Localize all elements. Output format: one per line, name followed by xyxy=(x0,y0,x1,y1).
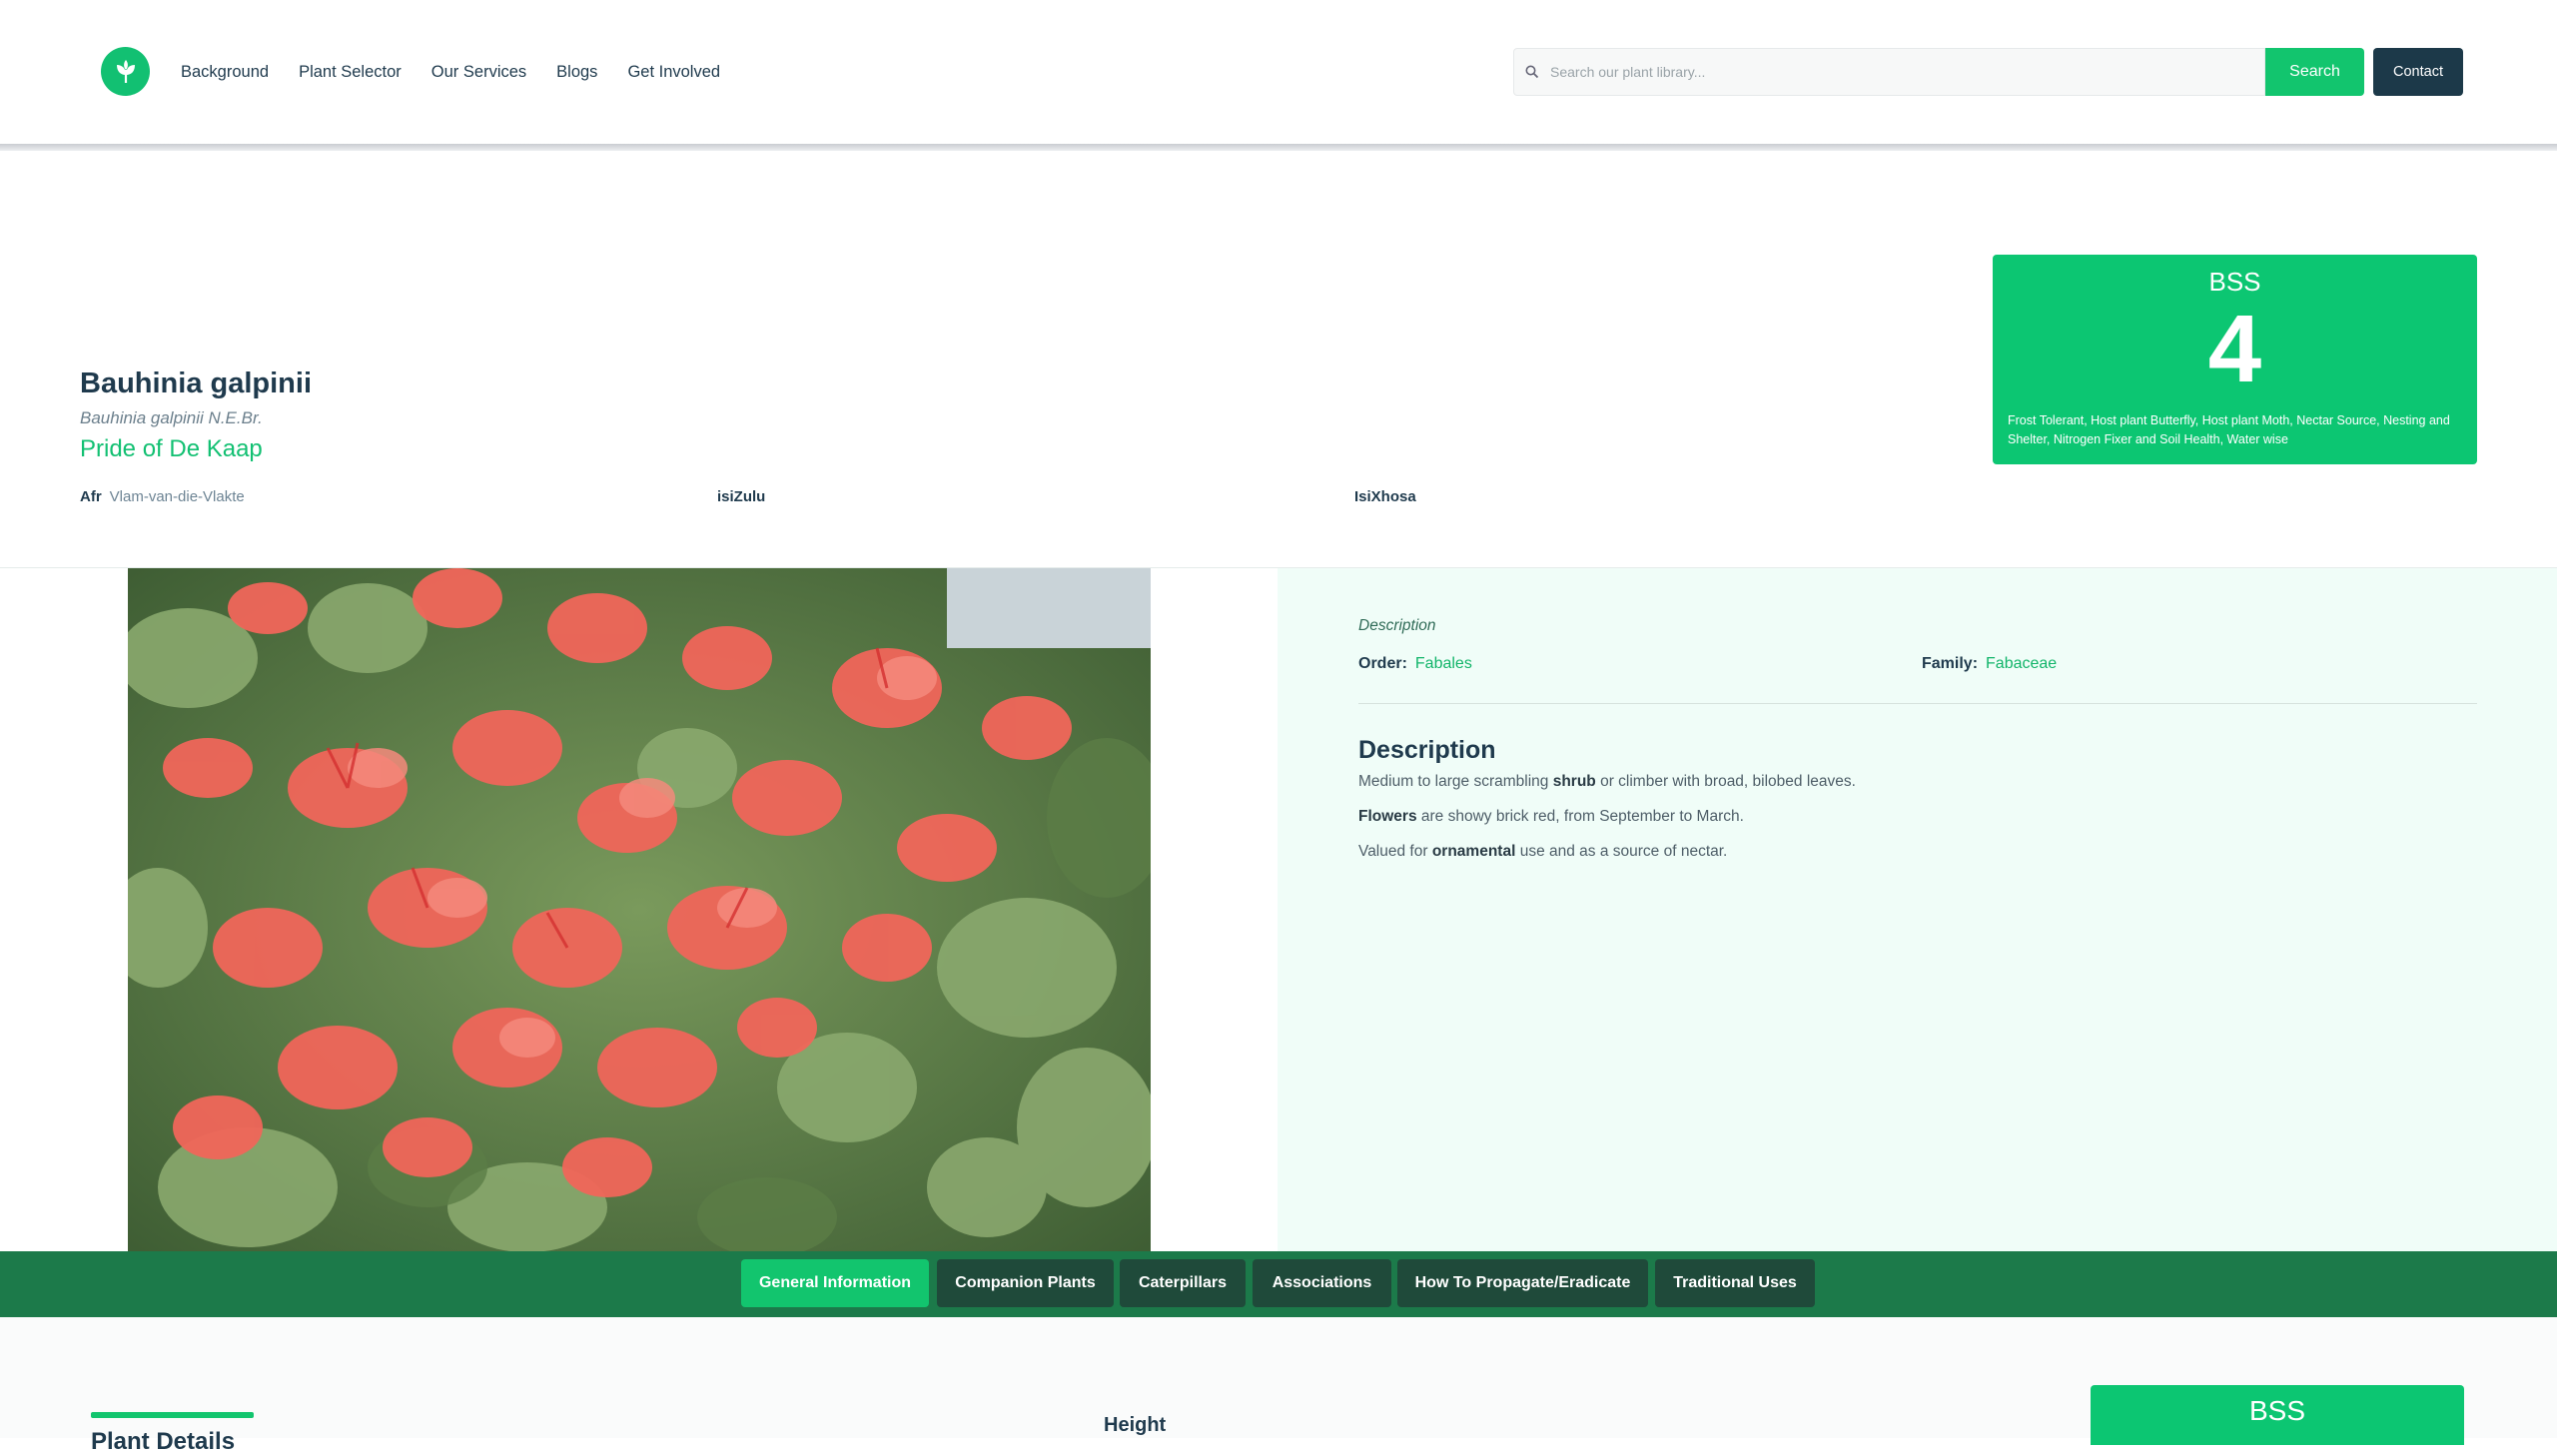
tab-how-to-propagate[interactable]: How To Propagate/Eradicate xyxy=(1397,1259,1648,1307)
language-isizulu: isiZulu xyxy=(717,488,773,505)
search-box xyxy=(1513,48,2265,96)
search-button[interactable]: Search xyxy=(2265,48,2364,96)
tab-traditional-uses[interactable]: Traditional Uses xyxy=(1655,1259,1815,1307)
language-afr: Afr Vlam-van-die-Vlakte xyxy=(80,488,245,505)
header-divider xyxy=(0,144,2557,151)
description-heading: Description xyxy=(1358,736,1496,764)
bss-score-card: BSS 4 Frost Tolerant, Host plant Butterf… xyxy=(1993,255,2477,464)
info-divider xyxy=(1358,703,2477,704)
plant-details-heading: Plant Details xyxy=(91,1428,236,1455)
bss-title: BSS xyxy=(2248,1395,2306,1426)
text-segment: are showy brick red, from September to M… xyxy=(1416,808,1744,825)
language-value: Vlam-van-die-Vlakte xyxy=(109,488,245,505)
bss-description: Frost Tolerant, Host plant Butterfly, Ho… xyxy=(2008,413,2450,446)
description-paragraph: Flowers are showy brick red, from Septem… xyxy=(1358,808,1744,826)
plant-photo xyxy=(128,568,1151,1251)
search-input[interactable] xyxy=(1550,64,2229,80)
family-field: Family: Fabaceae xyxy=(1922,655,2057,673)
height-label: Height xyxy=(1104,1414,1167,1436)
nav-blogs[interactable]: Blogs xyxy=(556,60,597,84)
leaf-logo-icon[interactable] xyxy=(101,47,150,96)
site-header: Background Plant Selector Our Services B… xyxy=(0,0,2557,144)
tab-general-information[interactable]: General Information xyxy=(741,1259,929,1307)
order-value[interactable]: Fabales xyxy=(1415,655,1472,672)
authority-name: Bauhinia galpinii N.E.Br. xyxy=(80,408,263,427)
nav-our-services[interactable]: Our Services xyxy=(431,60,526,84)
family-value[interactable]: Fabaceae xyxy=(1986,655,2057,672)
text-segment: or climber with broad, bilobed leaves. xyxy=(1595,773,1856,790)
nav-get-involved[interactable]: Get Involved xyxy=(627,60,720,84)
tab-associations[interactable]: Associations xyxy=(1253,1259,1391,1307)
main-nav: Background Plant Selector Our Services B… xyxy=(181,60,750,84)
description-paragraph: Valued for ornamental use and as a sourc… xyxy=(1358,843,1727,861)
language-label: isiZulu xyxy=(717,488,766,505)
tab-companion-plants[interactable]: Companion Plants xyxy=(937,1259,1114,1307)
text-segment: Medium to large scrambling xyxy=(1358,773,1553,790)
text-bold: Flowers xyxy=(1358,808,1417,825)
text-bold: ornamental xyxy=(1431,843,1516,860)
scientific-name: Bauhinia galpinii xyxy=(80,367,313,399)
language-label: Afr xyxy=(80,488,102,505)
search-icon xyxy=(1525,65,1539,79)
bss-title: BSS xyxy=(2208,267,2261,297)
text-segment: use and as a source of nectar. xyxy=(1515,843,1728,860)
nav-plant-selector[interactable]: Plant Selector xyxy=(299,60,402,84)
language-isixhosa: IsiXhosa xyxy=(1354,488,1424,505)
text-bold: shrub xyxy=(1552,773,1596,790)
bss-score: 4 xyxy=(2207,296,2262,402)
tab-caterpillars[interactable]: Caterpillars xyxy=(1120,1259,1246,1307)
heading-accent xyxy=(91,1412,254,1418)
nav-background[interactable]: Background xyxy=(181,60,269,84)
family-label: Family: xyxy=(1922,655,1979,672)
order-field: Order: Fabales xyxy=(1358,655,1472,673)
bss-card-secondary: BSS xyxy=(2091,1385,2464,1445)
description-paragraph: Medium to large scrambling shrub or clim… xyxy=(1358,773,1856,791)
language-label: IsiXhosa xyxy=(1354,488,1416,505)
contact-button[interactable]: Contact xyxy=(2373,48,2463,96)
order-label: Order: xyxy=(1358,655,1407,672)
text-segment: Valued for xyxy=(1358,843,1432,860)
description-label: Description xyxy=(1358,617,1436,634)
common-name: Pride of De Kaap xyxy=(80,435,263,462)
